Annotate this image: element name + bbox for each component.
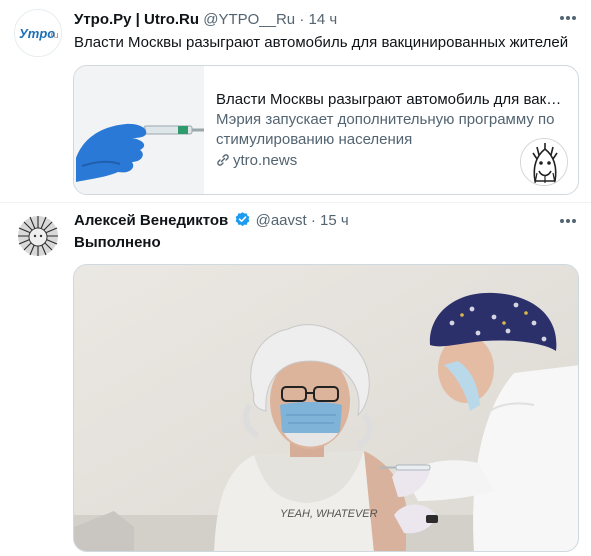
tweet-text: Выполнено [74,234,161,251]
svg-text:.ru: .ru [48,30,59,40]
card-description: Мэрия запускает дополнительную программу… [216,111,555,148]
tweet-photo[interactable]: YEAH, WHATEVER [73,264,579,552]
more-icon[interactable] [557,211,579,231]
timestamp[interactable]: 14 ч [309,11,338,28]
card-domain-row: ytro.news [216,151,562,171]
utro-logo: Утро .ru [15,10,61,56]
author-name[interactable]: Утро.Ру | Utro.Ru [74,11,199,28]
card-image [74,66,204,194]
avatar-image [14,212,62,260]
avatar[interactable] [14,212,62,260]
separator: · [310,212,316,229]
author-handle[interactable]: @YTPO__Ru [203,11,295,28]
tweet[interactable]: Утро .ru Утро.Ру | Utro.Ru @YTPO__Ru · 1… [0,0,591,203]
timestamp[interactable]: 15 ч [320,212,349,229]
author-name[interactable]: Алексей Венедиктов [74,212,228,229]
tweet-text: Власти Москвы разыграют автомобиль для в… [74,34,569,51]
tweet[interactable]: Алексей Венедиктов @aavst · 15 ч Выполне… [0,203,591,556]
card-body: Власти Москвы разыграют автомобиль для в… [216,90,562,171]
avatar[interactable]: Утро .ru [14,9,62,57]
tweet-header: Алексей Венедиктов @aavst · 15 ч [74,211,349,231]
more-icon[interactable] [557,8,579,28]
author-handle[interactable]: @aavst [256,212,307,229]
tweet-header: Утро.Ру | Utro.Ru @YTPO__Ru · 14 ч [74,10,337,30]
link-card[interactable]: Власти Москвы разыграют автомобиль для в… [73,65,579,195]
verified-icon [236,212,250,227]
card-logo [520,138,568,186]
shirt-text: YEAH, WHATEVER [280,508,378,520]
card-title: Власти Москвы разыграют автомобиль для в… [216,91,562,108]
card-domain: ytro.news [233,152,298,169]
link-icon [217,154,229,166]
separator: · [299,11,305,28]
